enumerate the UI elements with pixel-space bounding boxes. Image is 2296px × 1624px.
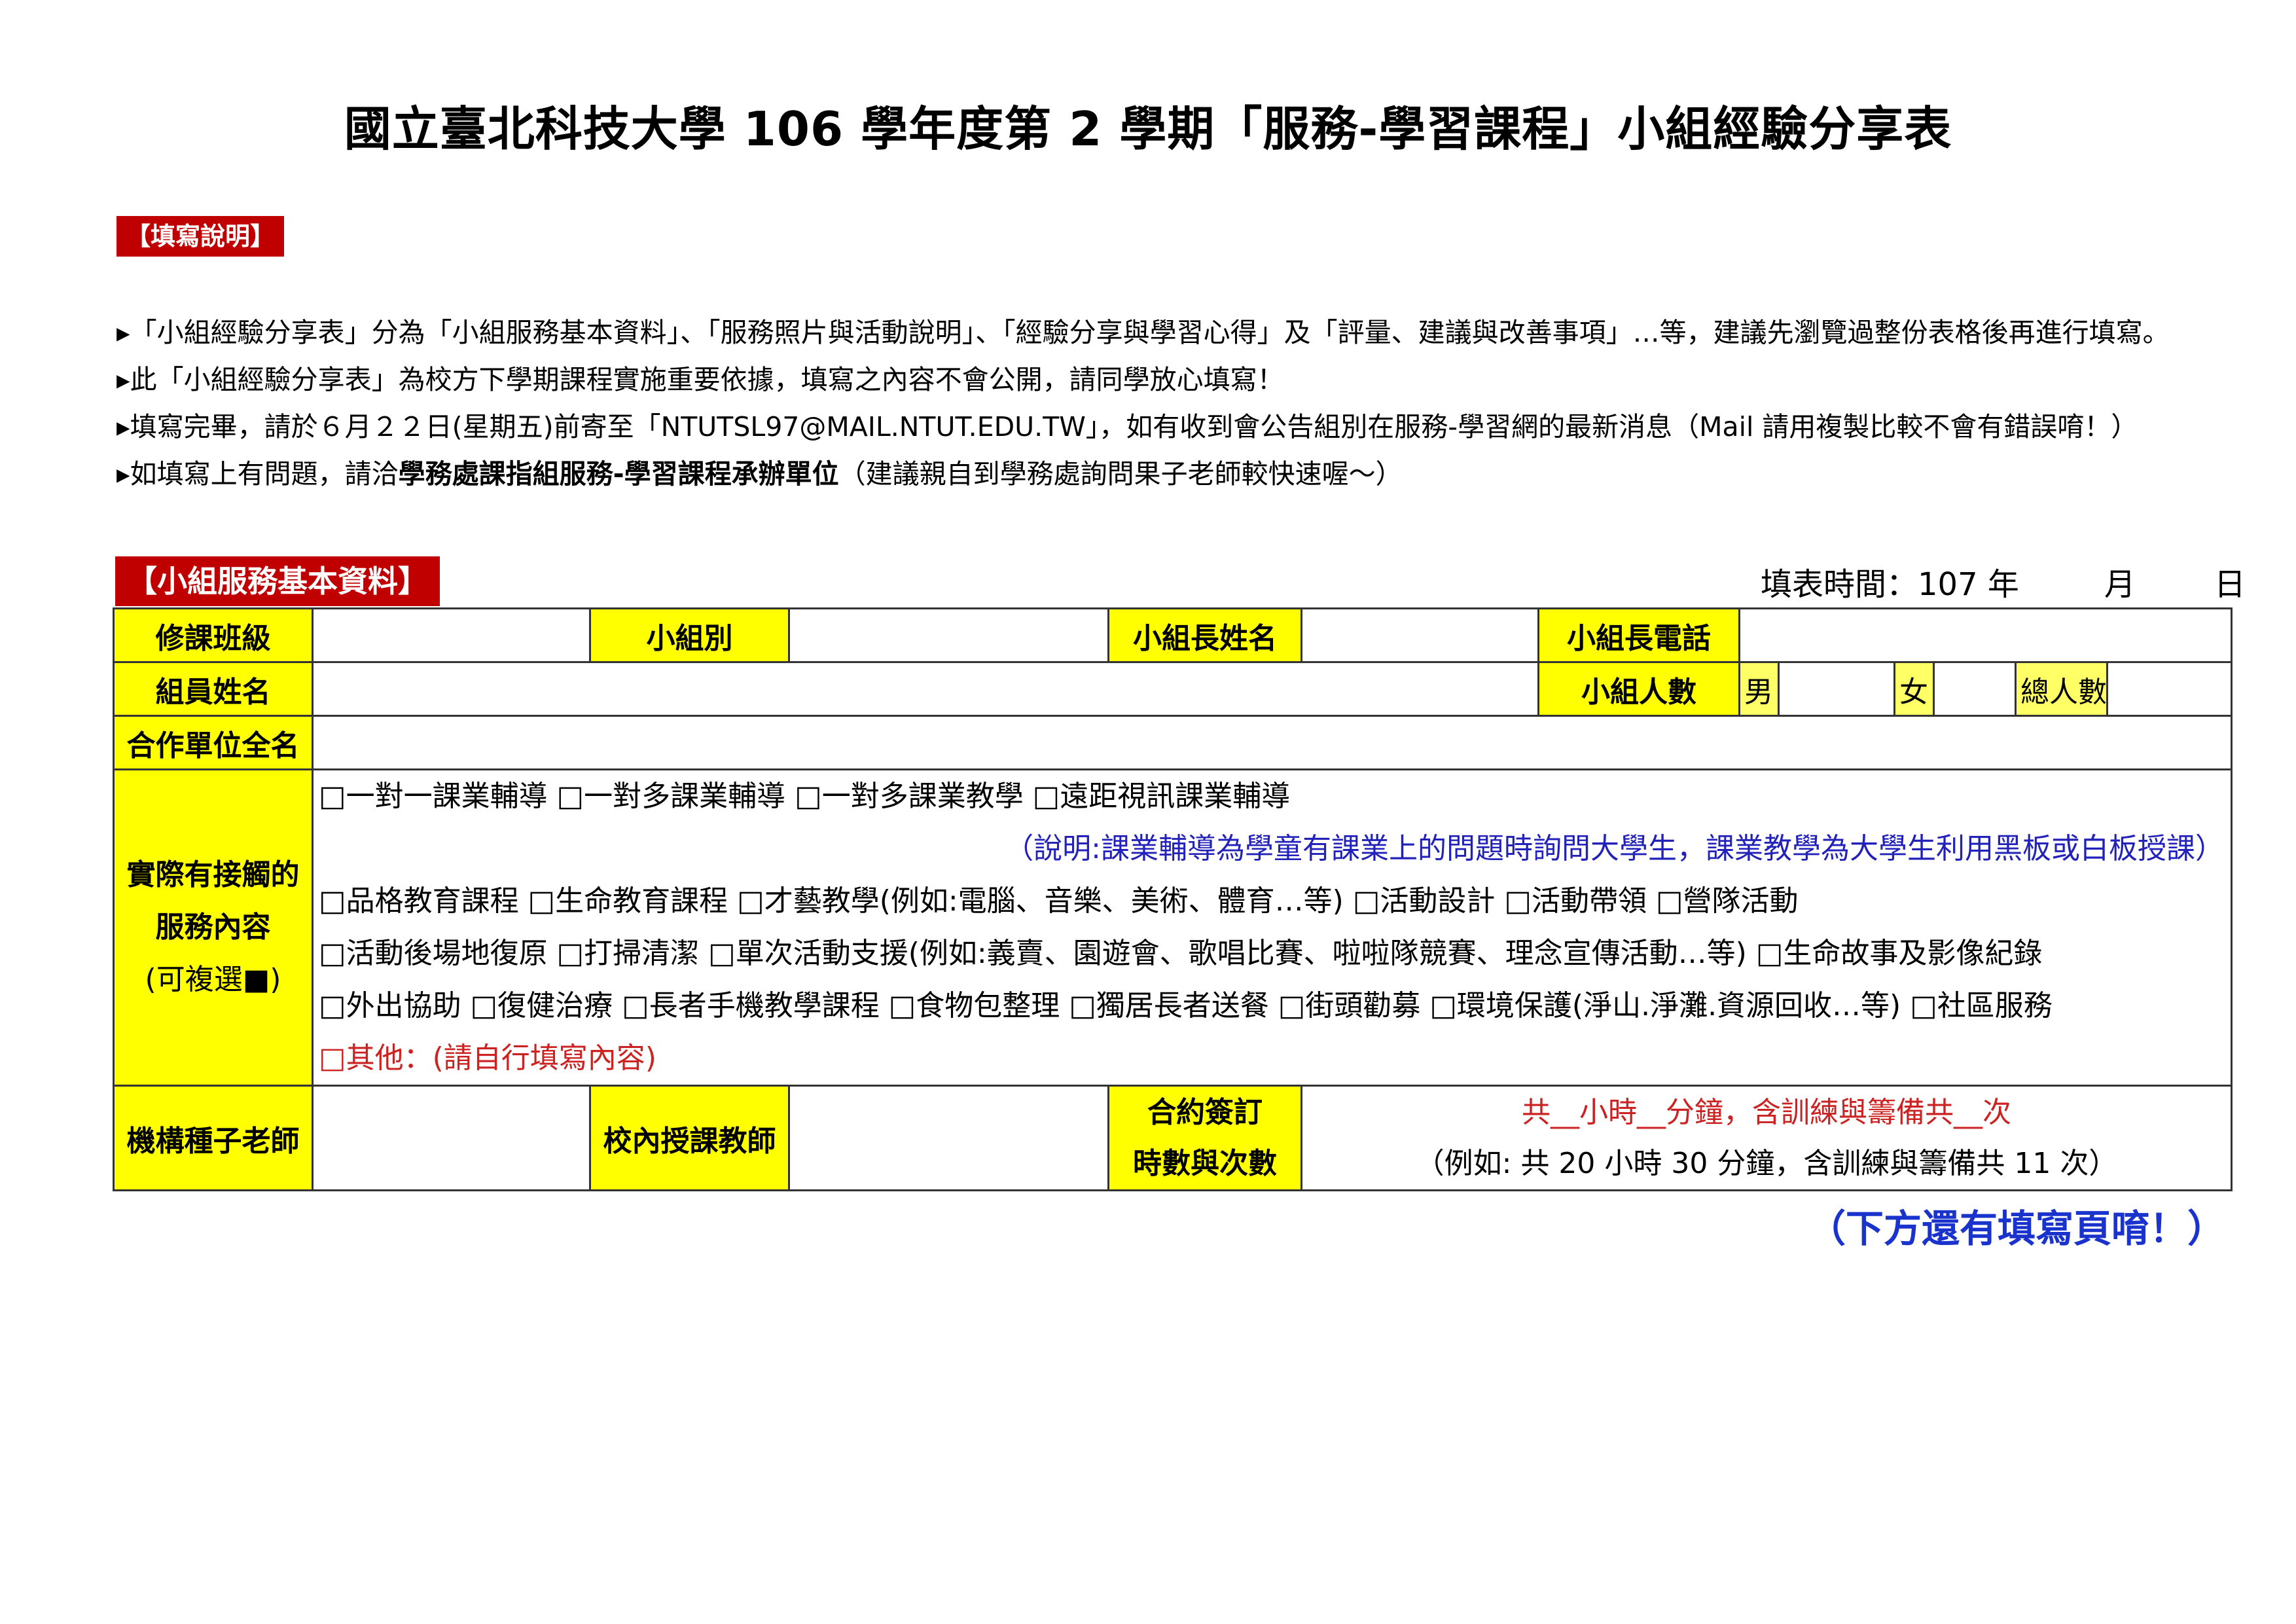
female-count-field[interactable] (1933, 661, 2017, 717)
service-option-line-3[interactable]: □活動後場地復原 □打掃清潔 □單次活動支援(例如:義賣、園遊會、歌唱比賽、啦啦… (319, 928, 2230, 980)
contract-label: 合約簽訂 時數與次數 (1107, 1085, 1302, 1191)
instruction-line-4: ▸如填寫上有問題，請洽學務處課指組服務-學習課程承辦單位（建議親自到學務處詢問果… (117, 452, 1403, 491)
service-option-other[interactable]: □其他：(請自行填寫內容) (319, 1032, 2230, 1084)
instruction-line-4-prefix: ▸如填寫上有問題，請洽 (117, 458, 399, 490)
basic-info-table: 修課班級 小組別 小組長姓名 小組長電話 組員姓名 小組人數 男 女 總人數 合… (113, 607, 2233, 1191)
service-label-line-1: 實際有接觸的 (126, 858, 300, 892)
fill-time-prefix: 填表時間：107 年 (1761, 566, 2019, 603)
school-teacher-field[interactable] (788, 1085, 1109, 1191)
instruction-line-1: ▸「小組經驗分享表」分為「小組服務基本資料」、「服務照片與活動說明」、「經驗分享… (117, 317, 2170, 348)
contract-fill-text[interactable]: 共__小時__分鐘，含訓練與籌備共__次 (1304, 1088, 2230, 1138)
section-label: 【小組服務基本資料】 (115, 556, 440, 606)
group-label: 小組別 (589, 607, 790, 663)
service-option-line-4[interactable]: □外出協助 □復健治療 □長者手機教學課程 □食物包整理 □獨居長者送餐 □街頭… (319, 980, 2230, 1032)
instruction-line-4-contact: 學務處課指組服務-學習課程承辦單位 (398, 458, 839, 490)
service-content-label: 實際有接觸的 服務內容 (可複選■) (113, 768, 314, 1087)
contract-example: （例如: 共 20 小時 30 分鐘，含訓練與籌備共 11 次） (1415, 1146, 2118, 1180)
form-row-5: 機構種子老師 校內授課教師 合約簽訂 時數與次數 共__小時__分鐘，含訓練與籌… (113, 1085, 2233, 1191)
form-row-1: 修課班級 小組別 小組長姓名 小組長電話 (113, 607, 2233, 663)
partner-field[interactable] (312, 715, 2233, 770)
leader-name-label: 小組長姓名 (1107, 607, 1302, 663)
service-option-line-1[interactable]: □一對一課業輔導 □一對多課業輔導 □一對多課業教學 □遠距視訊課業輔導 (319, 772, 2230, 823)
contract-field[interactable]: 共__小時__分鐘，含訓練與籌備共__次 （例如: 共 20 小時 30 分鐘，… (1300, 1085, 2233, 1191)
more-pages-note: （下方還有填寫頁唷！） (1807, 1206, 2225, 1251)
form-row-3: 合作單位全名 (113, 715, 2233, 770)
leader-name-field[interactable] (1300, 607, 1539, 663)
seed-teacher-label: 機構種子老師 (113, 1085, 314, 1191)
seed-teacher-field[interactable] (312, 1085, 591, 1191)
school-teacher-label: 校內授課教師 (589, 1085, 790, 1191)
contract-label-line-2: 時數與次數 (1133, 1146, 1277, 1180)
partner-label: 合作單位全名 (113, 715, 314, 770)
male-count-field[interactable] (1778, 661, 1895, 717)
fill-time: 填表時間：107 年 月 日 (1761, 558, 2246, 604)
total-label: 總人數 (2015, 661, 2108, 717)
leader-phone-field[interactable] (1738, 607, 2233, 663)
course-class-field[interactable] (312, 607, 591, 663)
leader-phone-label: 小組長電話 (1537, 607, 1740, 663)
contract-label-line-1: 合約簽訂 (1147, 1095, 1263, 1129)
form-row-4: 實際有接觸的 服務內容 (可複選■) □一對一課業輔導 □一對多課業輔導 □一對… (113, 768, 2233, 1087)
instruction-line-2: ▸此「小組經驗分享表」為校方下學期課程實施重要依據，填寫之內容不會公開，請同學放… (117, 364, 1284, 395)
service-options[interactable]: □一對一課業輔導 □一對多課業輔導 □一對多課業教學 □遠距視訊課業輔導 （說明… (312, 768, 2233, 1087)
course-class-label: 修課班級 (113, 607, 314, 663)
page-title: 國立臺北科技大學 106 學年度第 2 學期「服務-學習課程」小組經驗分享表 (344, 101, 1952, 156)
group-size-label: 小組人數 (1537, 661, 1740, 717)
group-field[interactable] (788, 607, 1109, 663)
instructions-label: 【填寫說明】 (117, 216, 285, 257)
male-label: 男 (1738, 661, 1780, 717)
member-names-label: 組員姓名 (113, 661, 314, 717)
female-label: 女 (1893, 661, 1935, 717)
service-label-line-3: (可複選■) (145, 963, 281, 996)
fill-time-day: 日 (2214, 566, 2246, 603)
instruction-line-3: ▸填寫完畢，請於６月２２日(星期五)前寄至「NTUTSL97@MAIL.NTUT… (117, 411, 2138, 442)
service-label-line-2: 服務內容 (155, 911, 271, 944)
form-row-2: 組員姓名 小組人數 男 女 總人數 (113, 661, 2233, 717)
total-count-field[interactable] (2106, 661, 2233, 717)
instruction-line-4-suffix: （建議親自到學務處詢問果子老師較快速喔～） (838, 458, 1403, 490)
service-option-line-2[interactable]: □品格教育課程 □生命教育課程 □才藝教學(例如:電腦、音樂、美術、體育…等) … (319, 875, 2230, 928)
member-names-field[interactable] (312, 661, 1539, 717)
fill-time-month: 月 (2104, 566, 2136, 603)
service-note: （說明:課業輔導為學童有課業上的問題時詢問大學生，課業教學為大學生利用黑板或白板… (1005, 832, 2224, 865)
